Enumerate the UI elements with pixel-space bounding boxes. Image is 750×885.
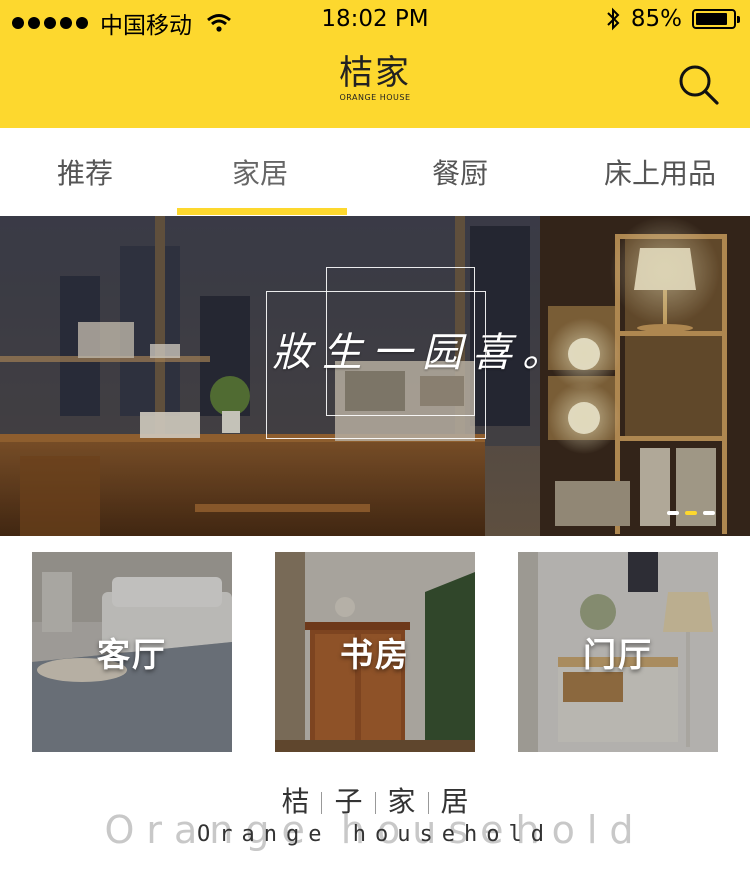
battery-percent: 85% (630, 6, 682, 32)
category-label: 客厅 (97, 635, 167, 674)
pager-dot[interactable] (703, 511, 715, 515)
tab-recommend[interactable]: 推荐 (20, 128, 150, 216)
logo-text: 桔家 (339, 53, 411, 93)
tab-bedding[interactable]: 床上用品 (590, 128, 730, 216)
brand-name-en: Orange household (197, 822, 553, 847)
pager-dot-active[interactable] (685, 511, 697, 515)
search-icon[interactable] (676, 62, 722, 108)
banner-slogan: 妝生一园喜。 (272, 330, 572, 376)
category-study[interactable]: 书房 (275, 552, 475, 752)
battery-icon (692, 9, 740, 29)
bluetooth-icon (607, 7, 620, 31)
tab-home-furnishing[interactable]: 家居 (195, 128, 325, 216)
active-tab-indicator (177, 208, 347, 215)
pager-dot[interactable] (667, 511, 679, 515)
category-tabs: 推荐 家居 餐厨 床上用品 (0, 128, 750, 216)
category-label: 书房 (340, 635, 410, 674)
category-label: 门厅 (583, 635, 653, 674)
category-entryway[interactable]: 门厅 (518, 552, 718, 752)
hero-banner[interactable]: 妝生一园喜。 (0, 216, 750, 536)
banner-pager (667, 511, 715, 515)
status-bar: 中国移动 18:02 PM 85% (0, 0, 750, 40)
logo-subtitle: ORANGE HOUSE (339, 93, 411, 102)
app-logo: 桔家 ORANGE HOUSE (0, 55, 750, 102)
category-living-room[interactable]: 客厅 (32, 552, 232, 752)
tab-kitchen[interactable]: 餐厨 (395, 128, 525, 216)
app-header: 中国移动 18:02 PM 85% 桔家 ORANGE HOUSE (0, 0, 750, 128)
